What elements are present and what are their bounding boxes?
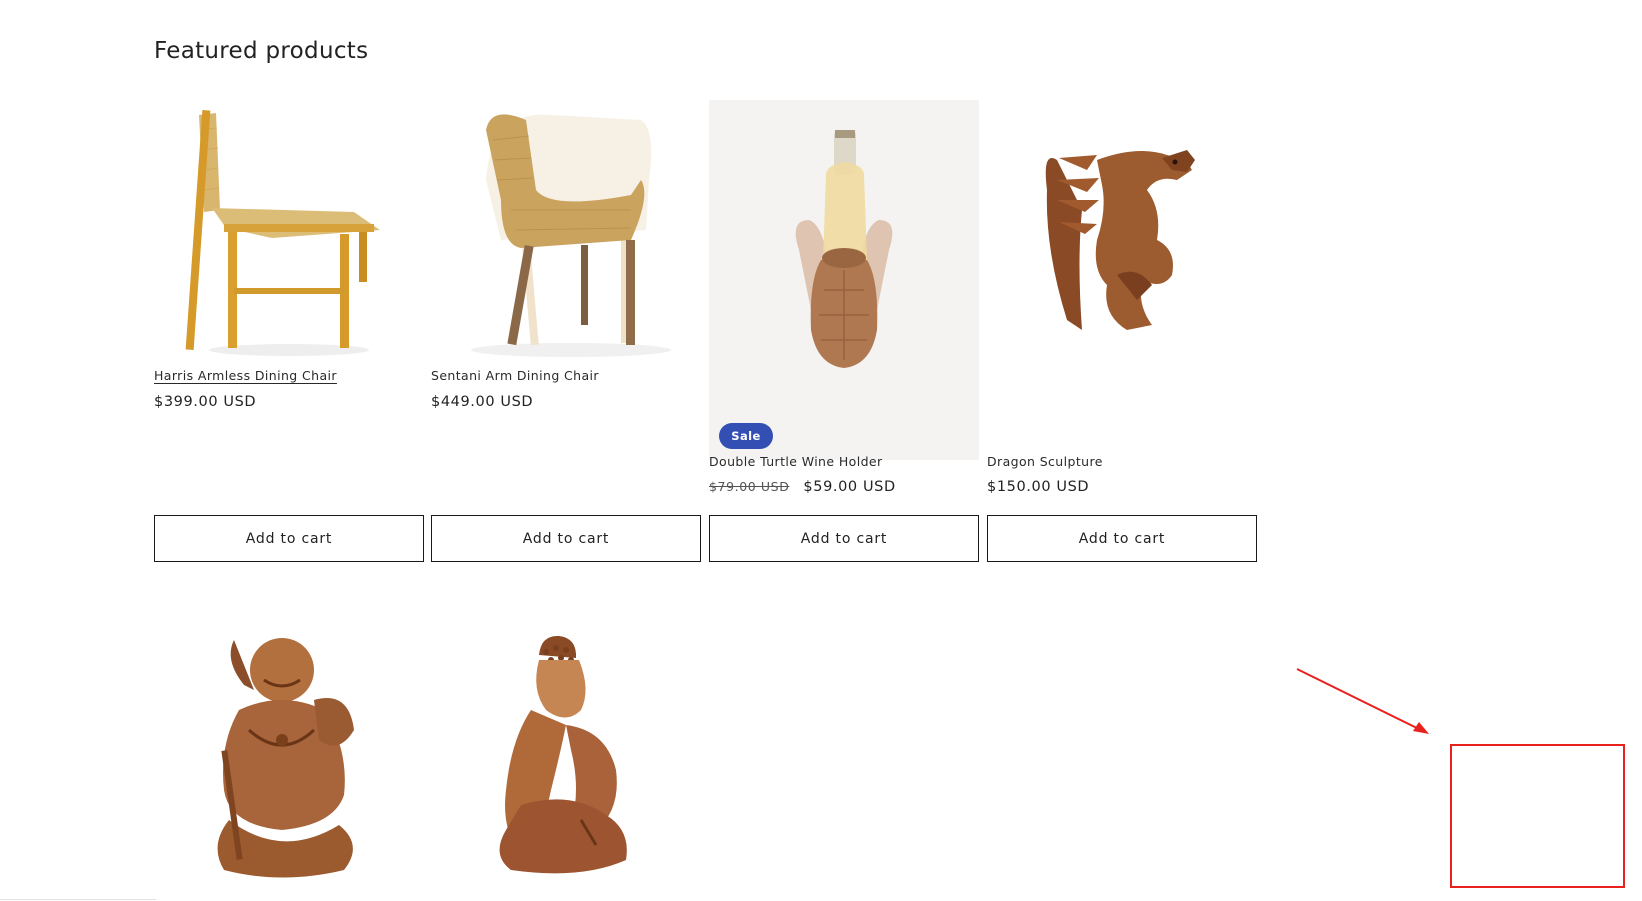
product-image-link[interactable] (431, 630, 701, 900)
add-to-cart-button[interactable]: Add to cart (987, 515, 1257, 562)
product-image-link[interactable]: Sale (709, 100, 979, 460)
product-image-link[interactable] (431, 100, 701, 370)
sale-badge: Sale (719, 423, 773, 449)
red-arrow-head (1413, 722, 1429, 734)
divider (0, 899, 156, 900)
resting-buddha-sculpture-image (499, 635, 627, 874)
product-title[interactable]: Double Turtle Wine Holder (709, 454, 883, 469)
price: $449.00 USD (431, 394, 533, 410)
product-title[interactable]: Harris Armless Dining Chair (154, 368, 337, 383)
product-card: Dragon Sculpture $150.00 USD Add to cart (987, 100, 1257, 590)
dragon-sculpture-image (1045, 150, 1195, 330)
add-to-cart-button[interactable]: Add to cart (154, 515, 424, 562)
price-regular: $449.00 USD (431, 394, 534, 410)
product-image-link[interactable] (154, 100, 424, 370)
price-regular: $150.00 USD (987, 479, 1090, 495)
add-to-cart-button[interactable]: Add to cart (431, 515, 701, 562)
product-card: Sentani Arm Dining Chair $449.00 USD Add… (431, 100, 701, 590)
rattan-chair-image (185, 110, 380, 356)
price: $399.00 USD (154, 394, 256, 410)
product-card (154, 630, 424, 901)
price-compare: $79.00 USD (709, 479, 790, 494)
product-card: Sale Double Turtle Wine Holder $79.00 US… (709, 100, 979, 590)
price-regular: $399.00 USD (154, 394, 257, 410)
product-card (431, 630, 701, 901)
add-to-cart-button[interactable]: Add to cart (709, 515, 979, 562)
woven-armchair-image (471, 114, 671, 357)
section-title: Featured products (154, 38, 369, 64)
laughing-buddha-sculpture-image (217, 638, 354, 878)
product-image-link[interactable] (987, 100, 1257, 370)
red-arrow (1296, 668, 1426, 733)
price-sale: $59.00 USD (803, 479, 896, 495)
product-card: Harris Armless Dining Chair $399.00 USD … (154, 100, 424, 590)
turtle-wine-holder-image (795, 130, 893, 368)
product-title[interactable]: Dragon Sculpture (987, 454, 1103, 469)
price: $150.00 USD (987, 479, 1089, 495)
product-image-link[interactable] (154, 630, 424, 900)
price: $79.00 USD $59.00 USD (709, 479, 896, 495)
product-title[interactable]: Sentani Arm Dining Chair (431, 368, 599, 383)
red-highlight-box (1450, 744, 1625, 888)
